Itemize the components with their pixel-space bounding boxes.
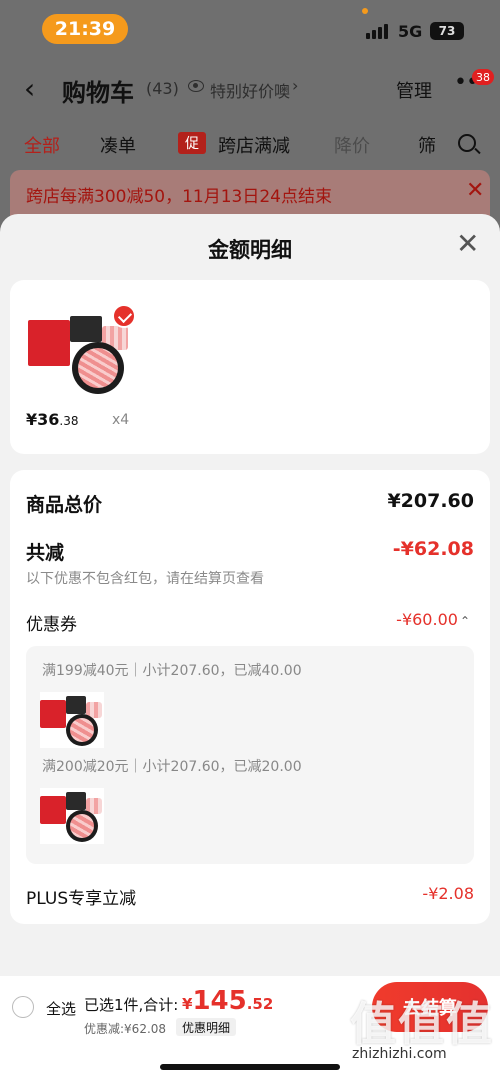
checkout-bar: 全选 已选1件,合计: ¥145.52 优惠减:¥62.08 优惠明细 去结算 … bbox=[0, 976, 500, 1082]
coupon-value: -¥60.00 bbox=[396, 610, 458, 629]
tab-cross-store[interactable]: 跨店满减 bbox=[218, 132, 290, 158]
back-icon[interactable]: ‹ bbox=[24, 72, 35, 105]
total-label: 商品总价 bbox=[26, 494, 103, 516]
discount-note: 以下优惠不包含红包，请在结算页查看 bbox=[26, 571, 264, 587]
total-value: ¥207.60 bbox=[387, 490, 474, 512]
search-icon[interactable] bbox=[458, 134, 476, 152]
discount-detail-button[interactable]: 优惠明细 bbox=[176, 1018, 237, 1036]
eye-icon bbox=[188, 80, 204, 92]
product-thumbnail[interactable] bbox=[28, 304, 136, 400]
watermark-url: zhizhizhi.com bbox=[352, 1046, 447, 1062]
select-all-checkbox[interactable] bbox=[12, 996, 34, 1018]
discount-summary: 优惠减:¥62.08 bbox=[84, 1022, 167, 1036]
price-watch-link[interactable]: 特别好价噢 bbox=[210, 78, 290, 102]
chevron-up-icon: ⌃ bbox=[459, 614, 470, 628]
cart-tabs: 全部 凑单 促 跨店满减 降价 筛 bbox=[0, 126, 500, 162]
banner-text: 跨店每满300减50，11月13日24点结束 bbox=[26, 187, 332, 207]
tab-price-drop[interactable]: 降价 bbox=[334, 132, 370, 158]
product-price: ¥36.38 bbox=[26, 410, 79, 429]
coupon-product-thumbnail bbox=[40, 788, 104, 844]
notification-badge: 38 bbox=[472, 69, 494, 85]
coupon-product-thumbnail bbox=[40, 692, 104, 748]
cart-header: ‹ 购物车 (43) 特别好价噢 › 管理 ••• 38 bbox=[0, 62, 500, 114]
tab-filter[interactable]: 筛 bbox=[418, 132, 436, 158]
coupon-toggle[interactable]: -¥60.00 ⌃ bbox=[396, 610, 470, 629]
cart-count: (43) bbox=[146, 79, 179, 98]
amount-detail-sheet: 金额明细 ✕ ¥36.38 x4 商品总价 ¥207.60 共减 -¥62.08… bbox=[0, 214, 500, 1082]
time-display: 21:39 bbox=[42, 14, 128, 44]
sheet-title: 金额明细 bbox=[208, 238, 292, 262]
total-amount: ¥145.52 bbox=[182, 986, 274, 1016]
promo-tag: 促 bbox=[178, 132, 206, 154]
coupon-rule: 满199减40元｜小计207.60，已减40.00 bbox=[42, 663, 302, 679]
product-card: ¥36.38 x4 bbox=[10, 280, 490, 454]
coupon-detail-box: 满199减40元｜小计207.60，已减40.00 满200减20元｜小计207… bbox=[26, 646, 474, 864]
chevron-right-icon: › bbox=[292, 76, 299, 95]
home-indicator[interactable] bbox=[160, 1064, 340, 1070]
summary-card: 商品总价 ¥207.60 共减 -¥62.08 以下优惠不包含红包，请在结算页查… bbox=[10, 470, 490, 924]
watermark-logo: 值值值 bbox=[350, 997, 494, 1051]
coupon-rule: 满200减20元｜小计207.60，已减20.00 bbox=[42, 759, 302, 775]
plus-label: PLUS专享立减 bbox=[26, 889, 137, 909]
select-all-label[interactable]: 全选 bbox=[46, 998, 76, 1019]
discount-label: 共减 bbox=[26, 542, 65, 564]
manage-button[interactable]: 管理 bbox=[396, 77, 432, 103]
signal-icon bbox=[366, 24, 388, 39]
battery-icon: 73 bbox=[430, 22, 464, 40]
plus-value: -¥2.08 bbox=[422, 884, 474, 903]
tab-all[interactable]: 全部 bbox=[24, 132, 60, 158]
product-quantity: x4 bbox=[112, 412, 130, 428]
status-bar: 21:39 5G 73 bbox=[0, 0, 500, 60]
close-icon[interactable]: ✕ bbox=[466, 178, 484, 203]
coupon-label: 优惠券 bbox=[26, 615, 77, 635]
promo-banner: 跨店每满300减50，11月13日24点结束 ✕ bbox=[10, 170, 490, 216]
tab-bundle[interactable]: 凑单 bbox=[100, 132, 136, 158]
discount-value: -¥62.08 bbox=[392, 538, 474, 560]
page-title: 购物车 bbox=[62, 79, 134, 107]
selected-count: 已选1件,合计: bbox=[84, 996, 179, 1014]
network-type: 5G bbox=[398, 22, 423, 41]
recording-dot bbox=[362, 8, 368, 14]
close-icon[interactable]: ✕ bbox=[456, 230, 479, 258]
